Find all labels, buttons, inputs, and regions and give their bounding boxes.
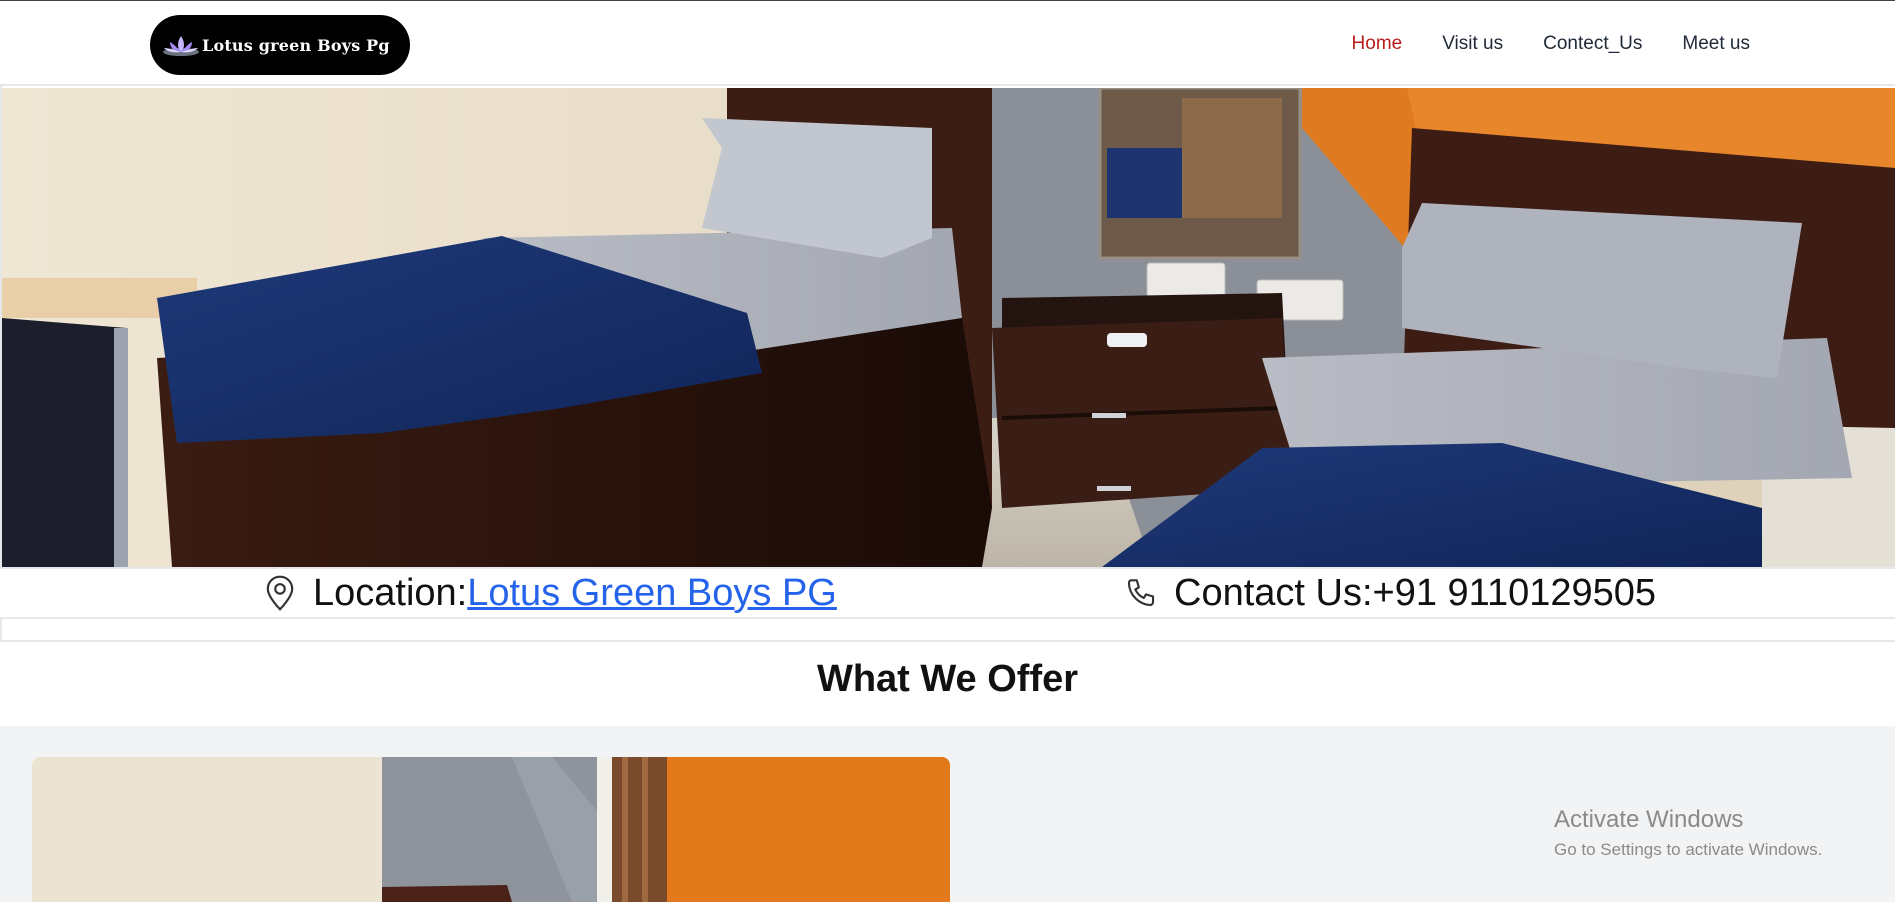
nav-visit-us[interactable]: Visit us xyxy=(1442,33,1503,55)
info-bar: Location: Lotus Green Boys PG Contact Us… xyxy=(0,567,1895,619)
room-photo xyxy=(32,757,950,902)
logo[interactable]: Lotus green Boys Pg xyxy=(150,15,410,75)
phone-icon xyxy=(1127,579,1155,607)
location-link[interactable]: Lotus Green Boys PG xyxy=(467,572,837,615)
nav-meet-us[interactable]: Meet us xyxy=(1682,33,1750,55)
watermark-title: Activate Windows xyxy=(1554,806,1744,833)
nav-contact-us[interactable]: Contect_Us xyxy=(1543,33,1642,55)
hero-image xyxy=(2,88,1895,567)
offer-title: What We Offer xyxy=(816,658,1079,700)
bedroom-photo xyxy=(2,88,1895,567)
contact-text: Contact Us:+91 9110129505 xyxy=(1174,571,1657,614)
location-label: Location: xyxy=(313,571,468,614)
offer-section: What We Offer xyxy=(0,640,1895,726)
main-nav: Home Visit us Contect_Us Meet us xyxy=(1312,1,1750,87)
contact-info: Contact Us:+91 9110129505 xyxy=(1124,569,1656,617)
windows-activation-watermark: Activate Windows Go to Settings to activ… xyxy=(1554,806,1822,860)
offer-card-image[interactable] xyxy=(32,757,950,902)
logo-text: Lotus green Boys Pg xyxy=(202,35,390,55)
navbar: Lotus green Boys Pg Home Visit us Contec… xyxy=(0,1,1895,86)
map-pin-icon xyxy=(266,575,294,611)
location-info: Location: Lotus Green Boys PG xyxy=(263,569,837,617)
nav-home[interactable]: Home xyxy=(1352,33,1403,55)
lotus-icon xyxy=(163,36,199,56)
watermark-subtitle: Go to Settings to activate Windows. xyxy=(1554,840,1823,859)
